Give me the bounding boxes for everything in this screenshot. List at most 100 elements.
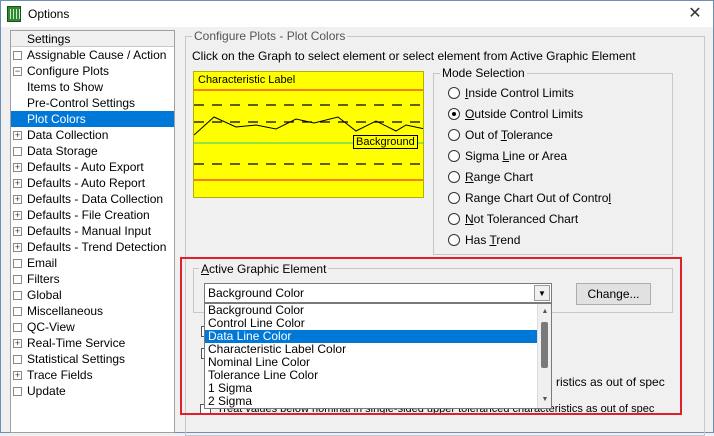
sidebar-item-label: Defaults - Trend Detection bbox=[27, 240, 167, 254]
sidebar-item-4[interactable]: Plot Colors bbox=[11, 111, 174, 127]
mode-radio-6[interactable]: Not Toleranced Chart bbox=[448, 211, 578, 227]
configure-group-title: Configure Plots - Plot Colors bbox=[192, 29, 348, 43]
sidebar-item-6[interactable]: Data Storage bbox=[11, 143, 174, 159]
leaf-box-icon bbox=[13, 307, 22, 316]
sidebar-item-label: Miscellaneous bbox=[27, 304, 104, 318]
sidebar-item-label: Defaults - Auto Export bbox=[27, 160, 144, 174]
expand-icon[interactable]: + bbox=[13, 211, 22, 220]
expand-icon[interactable]: + bbox=[13, 371, 22, 380]
char-label-text[interactable]: Characteristic Label bbox=[198, 74, 295, 86]
expand-icon[interactable]: + bbox=[13, 131, 22, 140]
radio-circle[interactable] bbox=[448, 129, 460, 141]
sidebar-item-7[interactable]: + Defaults - Auto Export bbox=[11, 159, 174, 175]
app-icon bbox=[7, 6, 21, 22]
sidebar-item-0[interactable]: Assignable Cause / Action bbox=[11, 47, 174, 63]
radio-circle[interactable] bbox=[448, 150, 460, 162]
sidebar-item-label: Real-Time Service bbox=[27, 336, 126, 350]
sidebar-item-label: Global bbox=[27, 288, 62, 302]
sidebar-item-14[interactable]: Filters bbox=[11, 271, 174, 287]
sidebar-item-19[interactable]: Statistical Settings bbox=[11, 351, 174, 367]
radio-label: Inside Control Limits bbox=[465, 86, 574, 100]
leaf-box-icon bbox=[13, 355, 22, 364]
sidebar-item-8[interactable]: + Defaults - Auto Report bbox=[11, 175, 174, 191]
sidebar-item-label: QC-View bbox=[27, 320, 75, 334]
leaf-box-icon bbox=[13, 291, 22, 300]
sidebar-item-9[interactable]: + Defaults - Data Collection bbox=[11, 191, 174, 207]
sidebar-item-17[interactable]: QC-View bbox=[11, 319, 174, 335]
sidebar-item-5[interactable]: + Data Collection bbox=[11, 127, 174, 143]
settings-tree[interactable]: Settings Assignable Cause / Action − Confi… bbox=[10, 30, 175, 433]
expand-icon[interactable]: + bbox=[13, 163, 22, 172]
sidebar-item-label: Items to Show bbox=[27, 80, 104, 94]
mode-radio-2[interactable]: Out of Tolerance bbox=[448, 127, 553, 143]
collapse-icon[interactable]: − bbox=[13, 67, 22, 76]
graph-preview[interactable]: Characteristic Label Background bbox=[193, 71, 424, 198]
radio-label: Not Toleranced Chart bbox=[465, 212, 579, 226]
sidebar-item-label: Data Collection bbox=[27, 128, 109, 142]
radio-circle[interactable] bbox=[448, 108, 460, 120]
sidebar-item-label: Statistical Settings bbox=[27, 352, 126, 366]
title-bar: Options ✕ bbox=[1, 1, 713, 27]
leaf-box-icon bbox=[13, 51, 22, 60]
mode-selection-title: Mode Selection bbox=[440, 66, 527, 80]
instruction-text: Click on the Graph to select element or … bbox=[192, 49, 636, 63]
leaf-box-icon bbox=[13, 275, 22, 284]
expand-icon[interactable]: + bbox=[13, 227, 22, 236]
radio-circle[interactable] bbox=[448, 192, 460, 204]
sidebar-item-21[interactable]: Update bbox=[11, 383, 174, 399]
window-title: Options bbox=[28, 7, 70, 21]
sidebar-item-1[interactable]: − Configure Plots bbox=[11, 63, 174, 79]
mode-radio-3[interactable]: Sigma Line or Area bbox=[448, 148, 567, 164]
sidebar-item-11[interactable]: + Defaults - Manual Input bbox=[11, 223, 174, 239]
sidebar-item-10[interactable]: + Defaults - File Creation bbox=[11, 207, 174, 223]
sidebar-item-label: Plot Colors bbox=[27, 112, 86, 126]
mode-radio-1[interactable]: Outside Control Limits bbox=[448, 106, 583, 122]
mode-radio-7[interactable]: Has Trend bbox=[448, 232, 520, 248]
close-icon[interactable]: ✕ bbox=[685, 4, 705, 24]
sidebar-item-15[interactable]: Global bbox=[11, 287, 174, 303]
sidebar-item-12[interactable]: + Defaults - Trend Detection bbox=[11, 239, 174, 255]
data-line bbox=[194, 116, 423, 136]
background-tag[interactable]: Background bbox=[353, 135, 418, 149]
radio-label: Out of Tolerance bbox=[465, 128, 553, 142]
leaf-box-icon bbox=[13, 387, 22, 396]
leaf-box-icon bbox=[13, 259, 22, 268]
radio-circle[interactable] bbox=[448, 213, 460, 225]
sidebar-item-label: Assignable Cause / Action bbox=[27, 48, 167, 62]
sidebar-item-18[interactable]: + Real-Time Service bbox=[11, 335, 174, 351]
sidebar-item-label: Trace Fields bbox=[27, 368, 93, 382]
sidebar-item-label: Update bbox=[27, 384, 66, 398]
sidebar-item-20[interactable]: + Trace Fields bbox=[11, 367, 174, 383]
radio-label: Outside Control Limits bbox=[465, 107, 584, 121]
sidebar-item-label: Defaults - Auto Report bbox=[27, 176, 146, 190]
sidebar-item-label: Defaults - File Creation bbox=[27, 208, 150, 222]
expand-icon[interactable]: + bbox=[13, 179, 22, 188]
tree-items: Assignable Cause / Action − Configure Plot… bbox=[11, 47, 174, 399]
sidebar-item-13[interactable]: Email bbox=[11, 255, 174, 271]
sidebar-item-label: Configure Plots bbox=[27, 64, 110, 78]
radio-circle[interactable] bbox=[448, 87, 460, 99]
leaf-box-icon bbox=[13, 323, 22, 332]
expand-icon[interactable]: + bbox=[13, 195, 22, 204]
mode-radio-0[interactable]: Inside Control Limits bbox=[448, 85, 574, 101]
leaf-box-icon bbox=[13, 147, 22, 156]
expand-icon[interactable]: + bbox=[13, 339, 22, 348]
radio-label: Range Chart Out of Control bbox=[465, 191, 612, 205]
mode-radio-4[interactable]: Range Chart bbox=[448, 169, 533, 185]
mode-radio-5[interactable]: Range Chart Out of Control bbox=[448, 190, 611, 206]
sidebar-item-label: Data Storage bbox=[27, 144, 98, 158]
radio-label: Sigma Line or Area bbox=[465, 149, 568, 163]
radio-label: Has Trend bbox=[465, 233, 521, 247]
tree-header: Settings bbox=[11, 31, 174, 47]
sidebar-item-3[interactable]: Pre-Control Settings bbox=[11, 95, 174, 111]
sidebar-item-2[interactable]: Items to Show bbox=[11, 79, 174, 95]
expand-icon[interactable]: + bbox=[13, 243, 22, 252]
sidebar-item-label: Pre-Control Settings bbox=[27, 96, 136, 110]
sidebar-item-16[interactable]: Miscellaneous bbox=[11, 303, 174, 319]
radio-label: Range Chart bbox=[465, 170, 534, 184]
highlight-rectangle bbox=[180, 257, 682, 415]
radio-circle[interactable] bbox=[448, 171, 460, 183]
sidebar-item-label: Filters bbox=[27, 272, 60, 286]
radio-circle[interactable] bbox=[448, 234, 460, 246]
sidebar-item-label: Defaults - Data Collection bbox=[27, 192, 164, 206]
